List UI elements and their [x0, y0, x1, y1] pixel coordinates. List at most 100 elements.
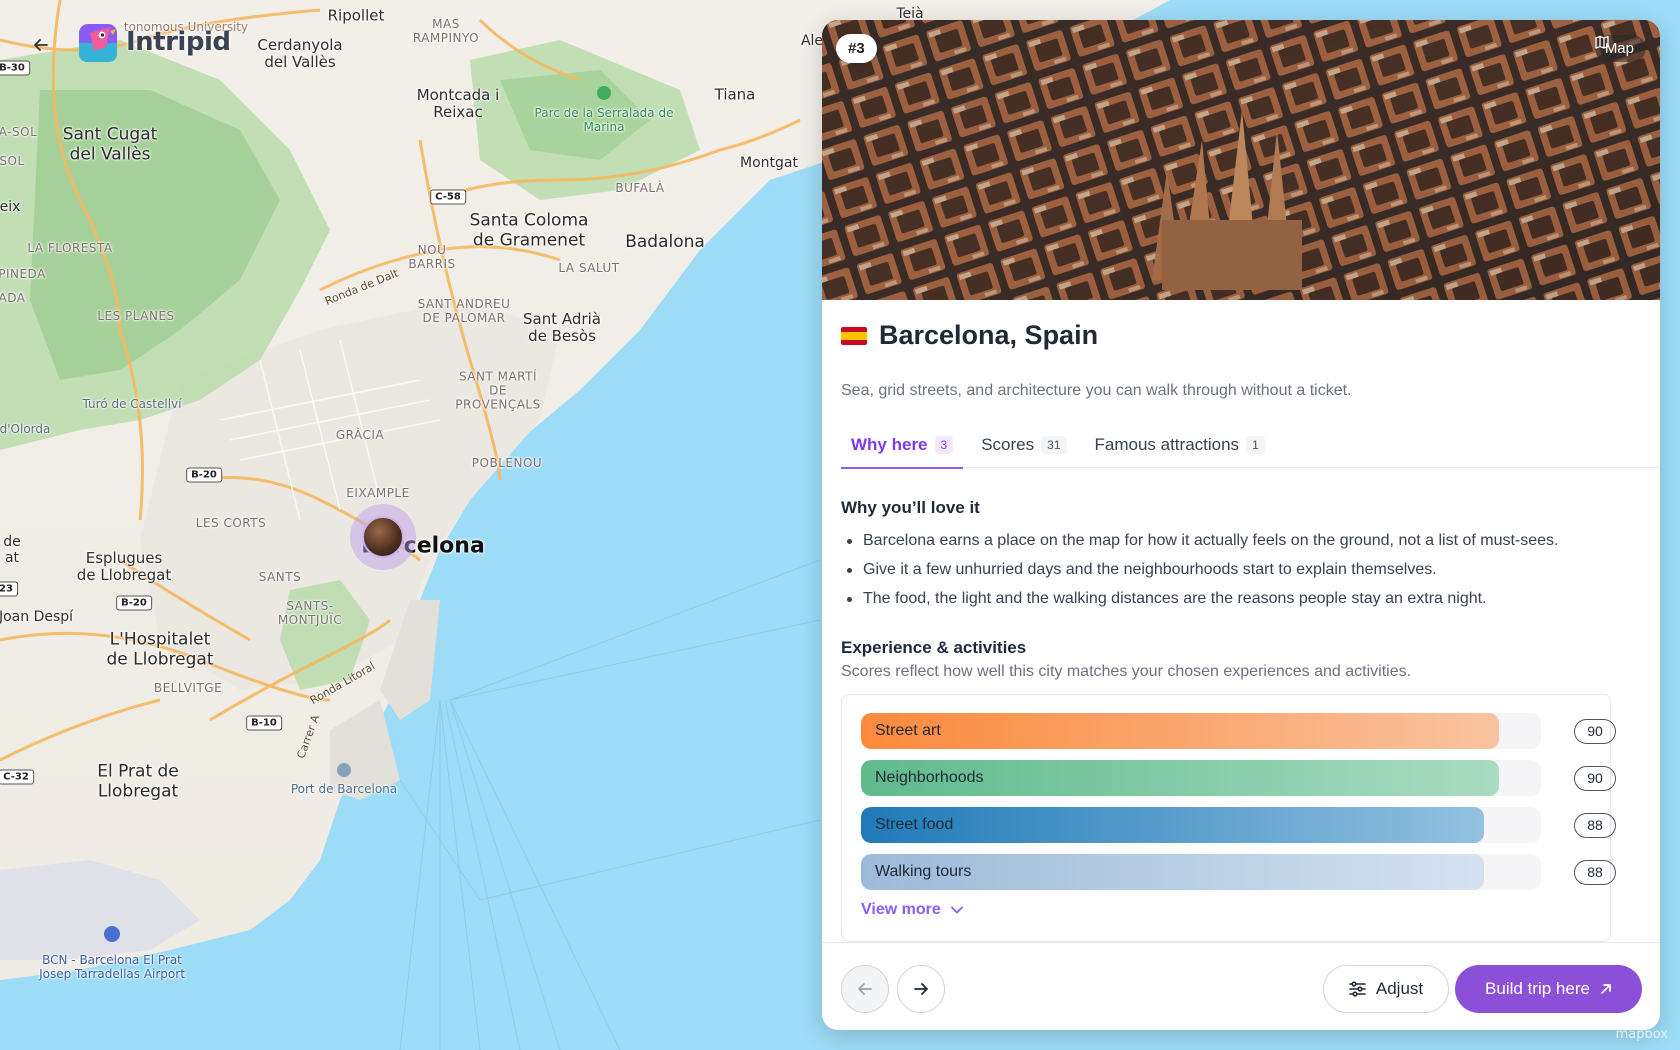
list-item: The food, the light and the walking dist…	[841, 584, 1559, 613]
adjust-button[interactable]: Adjust	[1323, 965, 1449, 1013]
map-label-joan-despi: Joan Despí	[0, 608, 74, 625]
previous-city-button[interactable]	[841, 965, 889, 1013]
tab-label: Why here	[851, 435, 928, 454]
city-detail-panel: #3 Map Barcelona, Spain Sea, grid street…	[822, 20, 1660, 1030]
experience-description: Scores reflect how well this city matche…	[841, 663, 1412, 680]
score-row: Neighborhoods 90	[861, 760, 1621, 796]
city-title: Barcelona, Spain	[879, 320, 1099, 350]
road-shield-c32: C-32	[0, 769, 34, 785]
map-label-el-prat: El Prat de Llobregat	[97, 761, 179, 801]
map-label-ale: Ale	[800, 32, 824, 49]
city-marker-barcelona[interactable]	[350, 504, 416, 570]
map-label-mas-rampinyo: MAS RAMPINYO	[412, 17, 480, 45]
map-label-port: Port de Barcelona	[290, 782, 398, 797]
logo-icon	[79, 24, 117, 62]
arrow-left-icon	[858, 983, 872, 995]
city-hero-image: #3 Map	[822, 20, 1660, 300]
road-shield-b10: B-10	[246, 715, 282, 731]
logo-text: Intripid	[126, 27, 231, 57]
map-label-santa-coloma: Santa Coloma de Gramenet	[469, 210, 589, 250]
next-city-button[interactable]	[897, 965, 945, 1013]
why-list: Barcelona earns a place on the map for h…	[841, 526, 1559, 613]
spain-flag-icon	[841, 326, 867, 345]
score-label: Neighborhoods	[875, 769, 984, 786]
detail-tabs: Why here 3 Scores 31 Famous attractions …	[841, 422, 1660, 469]
map-label-hospitalet: L'Hospitalet de Llobregat	[106, 629, 214, 669]
list-item: Give it a few unhurried days and the nei…	[841, 555, 1559, 584]
city-header: Barcelona, Spain	[841, 320, 1098, 351]
map-label-a-sol: A-SOL	[0, 125, 38, 140]
map-label-montgat: Montgat	[740, 154, 798, 171]
city-subtitle: Sea, grid streets, and architecture you …	[841, 382, 1352, 399]
back-button[interactable]	[26, 30, 56, 60]
score-value: 88	[1574, 813, 1616, 838]
score-track: Walking tours	[861, 854, 1541, 890]
why-section-title: Why you’ll love it	[841, 498, 980, 517]
map-label-ada: ADA	[0, 291, 26, 306]
list-item: Barcelona earns a place on the map for h…	[841, 526, 1559, 555]
map-label-poblenou: POBLENOU	[471, 456, 543, 471]
map-button-label: Map	[1604, 40, 1634, 57]
map-label-gracia: GRÀCIA	[335, 428, 385, 443]
city-marker-photo	[362, 516, 404, 558]
app-logo[interactable]: Intripid	[78, 21, 231, 63]
score-value: 90	[1574, 719, 1616, 744]
map-label-esplugues: Esplugues de Llobregat	[76, 548, 172, 584]
map-label-de-at: de at	[3, 533, 21, 566]
score-fill	[861, 713, 1499, 749]
adjust-label: Adjust	[1375, 979, 1424, 998]
map-label-sant-adria: Sant Adrià de Besòs	[523, 309, 601, 345]
view-more-button[interactable]: View more	[861, 901, 963, 919]
map-label-eixample: EIXAMPLE	[346, 486, 410, 501]
map-icon	[1595, 35, 1609, 49]
view-more-label: View more	[861, 901, 941, 918]
chevron-down-icon	[950, 906, 963, 914]
map-label-cerdanyola: Cerdanyola del Vallès	[257, 35, 343, 71]
map-label-bcn-airport: BCN - Barcelona El Prat Josep Tarradella…	[39, 953, 185, 981]
road-shield-c58: C-58	[430, 189, 466, 205]
map-label-tiana: Tiana	[714, 85, 756, 104]
map-button[interactable]: Map	[1594, 35, 1646, 62]
road-shield-23: 23	[0, 581, 18, 597]
tab-count: 31	[1041, 436, 1067, 454]
score-row: Street food 88	[861, 807, 1621, 843]
map-label-sant-andreu: SANT ANDREU DE PALOMAR	[417, 297, 511, 325]
arrow-up-right-icon	[1601, 984, 1611, 994]
tab-scores[interactable]: Scores 31	[971, 422, 1076, 468]
map-label-sol: SOL	[0, 154, 25, 169]
rank-badge: #3	[836, 34, 877, 63]
map-label-les-planes: LES PLANES	[97, 309, 175, 324]
map-label-nou-barris: NOU BARRIS	[408, 243, 456, 271]
map-label-ripollet: Ripollet	[327, 6, 385, 25]
panel-footer: Adjust Build trip here	[822, 942, 1660, 1030]
map-label-olorda: d'Olorda	[0, 422, 51, 437]
map-label-turo: Turó de Castellví	[82, 397, 182, 412]
score-row: Walking tours 88	[861, 854, 1621, 890]
tab-count: 3	[934, 436, 954, 454]
map-label-parc-serralada: Parc de la Serralada de Marina	[534, 106, 674, 134]
map-label-la-salut: LA SALUT	[558, 261, 620, 276]
score-fill	[861, 807, 1484, 843]
map-label-bufala: BUFALÀ	[615, 181, 665, 196]
hero-photo	[822, 20, 1660, 300]
map-label-badalona: Badalona	[625, 232, 705, 253]
score-label: Street food	[875, 816, 954, 833]
scores-card: Street art 90 Neighborhoods 90 Street fo…	[841, 694, 1616, 942]
map-label-sants-montjuic: SANTS-MONTJUÏC	[277, 599, 343, 627]
map-label-sants: SANTS	[258, 570, 302, 585]
road-shield-b20: B-20	[186, 467, 222, 483]
map-label-eix: eix	[0, 198, 21, 215]
score-value: 88	[1574, 860, 1616, 885]
score-label: Walking tours	[875, 863, 972, 880]
sliders-icon	[1349, 981, 1366, 997]
map-label-les-corts: LES CORTS	[195, 516, 267, 531]
score-track: Street art	[861, 713, 1541, 749]
tab-count: 1	[1246, 436, 1265, 454]
mapbox-attribution[interactable]: mapbox	[1616, 1027, 1668, 1042]
experience-section-title: Experience & activities	[841, 638, 1027, 657]
tab-label: Famous attractions	[1094, 435, 1240, 454]
tab-famous-attractions[interactable]: Famous attractions 1	[1085, 422, 1275, 468]
build-trip-button[interactable]: Build trip here	[1455, 965, 1642, 1013]
arrow-left-icon	[34, 39, 48, 51]
tab-why-here[interactable]: Why here 3	[841, 422, 964, 469]
